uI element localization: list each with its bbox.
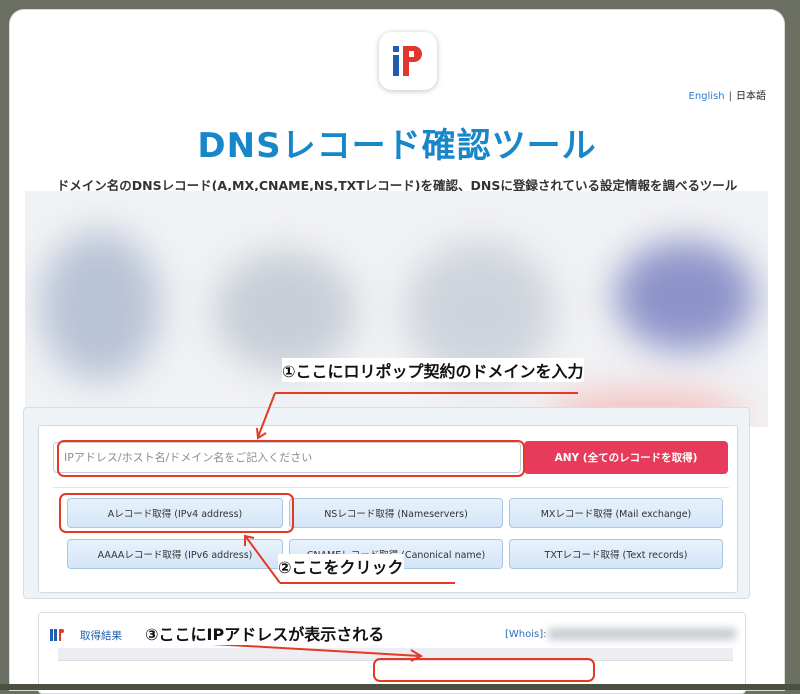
annotation-step2: ②ここをクリック <box>278 554 404 578</box>
bottom-strip <box>0 684 800 690</box>
blurred-ad-area <box>25 191 768 427</box>
mx-record-button[interactable]: MXレコード取得 (Mail exchange) <box>509 498 723 528</box>
annotation-step1: ①ここにロリポップ契約のドメインを入力 <box>282 358 584 382</box>
txt-record-button[interactable]: TXTレコード取得 (Text records) <box>509 539 723 569</box>
annotation-step3: ③ここにIPアドレスが表示される <box>145 621 385 645</box>
page-title: DNSレコード確認ツール <box>197 126 597 166</box>
ip-logo-icon <box>393 46 422 76</box>
whois-label: [Whois]: <box>505 629 547 640</box>
input-highlight-box <box>57 440 525 477</box>
result-icon <box>50 629 64 641</box>
result-highlight-box <box>373 658 595 682</box>
language-separator: | <box>728 91 732 102</box>
ns-record-button[interactable]: NSレコード取得 (Nameservers) <box>289 498 503 528</box>
japanese-link[interactable]: 日本語 <box>736 91 766 102</box>
result-label: 取得結果 <box>80 630 122 642</box>
english-link[interactable]: English <box>689 91 725 102</box>
aaaa-record-button[interactable]: AAAAレコード取得 (IPv6 address) <box>67 539 283 569</box>
whois-blurred-value <box>548 628 736 640</box>
ip-logo[interactable] <box>379 32 437 90</box>
form-divider <box>53 487 729 488</box>
language-switcher: English | 日本語 <box>689 87 766 102</box>
any-record-button[interactable]: ANY (全てのレコードを取得) <box>524 441 728 474</box>
a-record-highlight-box <box>59 493 294 533</box>
